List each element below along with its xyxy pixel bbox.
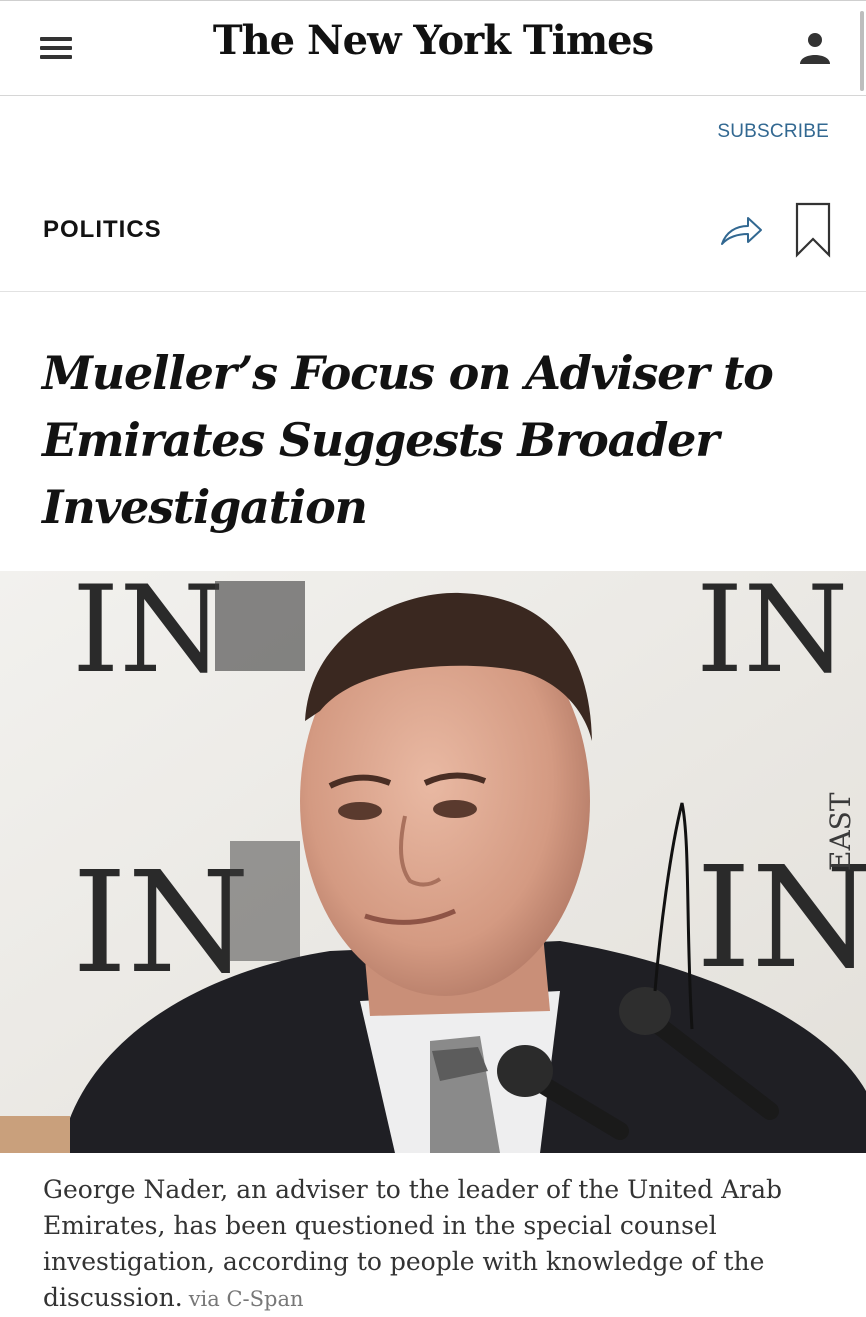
backdrop-text: IN bbox=[72, 571, 224, 700]
article-photo: IN IN IN IN EAST bbox=[0, 571, 866, 1153]
article-headline: Mueller’s Focus on Adviser to Emirates S… bbox=[42, 346, 774, 534]
bookmark-icon[interactable] bbox=[794, 202, 832, 258]
site-logo[interactable]: The New York Times bbox=[0, 17, 866, 64]
user-account-icon[interactable] bbox=[795, 27, 835, 67]
photo-credit: via C-Span bbox=[188, 1287, 304, 1311]
section-divider bbox=[0, 291, 866, 292]
backdrop-text: EAST bbox=[824, 792, 857, 871]
photo-caption: George Nader, an adviser to the leader o… bbox=[43, 1172, 833, 1317]
backdrop-text: IN bbox=[696, 571, 848, 700]
photo-illustration: IN IN IN IN EAST bbox=[0, 571, 866, 1153]
caption-text: George Nader, an adviser to the leader o… bbox=[43, 1175, 783, 1312]
scrollbar-thumb[interactable] bbox=[860, 11, 864, 91]
section-label[interactable]: POLITICS bbox=[43, 216, 162, 244]
top-navigation-bar: The New York Times bbox=[0, 0, 866, 96]
share-arrow-icon[interactable] bbox=[718, 212, 764, 248]
subscribe-link[interactable]: SUBSCRIBE bbox=[717, 121, 829, 143]
